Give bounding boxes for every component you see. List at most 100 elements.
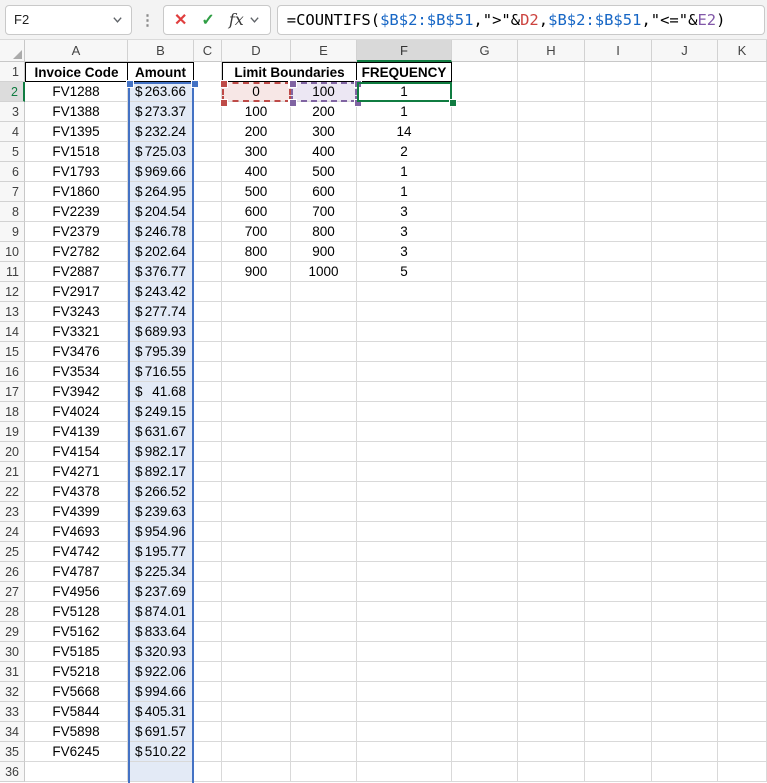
cell-B26[interactable]: $225.34 [128, 562, 194, 582]
cell-I13[interactable] [585, 302, 652, 322]
cell-D36[interactable] [222, 762, 291, 782]
cell-I27[interactable] [585, 582, 652, 602]
cell-G30[interactable] [452, 642, 518, 662]
cell-J2[interactable] [652, 82, 718, 102]
row-header-16[interactable]: 16 [0, 362, 25, 382]
cell-I31[interactable] [585, 662, 652, 682]
cell-G29[interactable] [452, 622, 518, 642]
cell-E36[interactable] [291, 762, 357, 782]
cell-C18[interactable] [194, 402, 222, 422]
cell-E3[interactable]: 200 [291, 102, 357, 122]
cell-A24[interactable]: FV4693 [25, 522, 128, 542]
row-header-29[interactable]: 29 [0, 622, 25, 642]
cell-E34[interactable] [291, 722, 357, 742]
cell-J28[interactable] [652, 602, 718, 622]
cell-A4[interactable]: FV1395 [25, 122, 128, 142]
row-header-27[interactable]: 27 [0, 582, 25, 602]
cell-E35[interactable] [291, 742, 357, 762]
cell-J8[interactable] [652, 202, 718, 222]
cell-G5[interactable] [452, 142, 518, 162]
cell-D7[interactable]: 500 [222, 182, 291, 202]
cell-F29[interactable] [357, 622, 452, 642]
cell-H12[interactable] [518, 282, 585, 302]
cell-H5[interactable] [518, 142, 585, 162]
cell-E31[interactable] [291, 662, 357, 682]
cell-B31[interactable]: $922.06 [128, 662, 194, 682]
cell-J29[interactable] [652, 622, 718, 642]
cell-I24[interactable] [585, 522, 652, 542]
cell-G23[interactable] [452, 502, 518, 522]
row-header-14[interactable]: 14 [0, 322, 25, 342]
cell-G11[interactable] [452, 262, 518, 282]
cell-K18[interactable] [718, 402, 767, 422]
row-header-1[interactable]: 1 [0, 62, 25, 82]
cell-C6[interactable] [194, 162, 222, 182]
row-header-15[interactable]: 15 [0, 342, 25, 362]
column-header-i[interactable]: I [585, 40, 652, 62]
cell-C28[interactable] [194, 602, 222, 622]
cell-I8[interactable] [585, 202, 652, 222]
cell-F25[interactable] [357, 542, 452, 562]
cell-K7[interactable] [718, 182, 767, 202]
cell-A34[interactable]: FV5898 [25, 722, 128, 742]
cell-C5[interactable] [194, 142, 222, 162]
cell-B14[interactable]: $689.93 [128, 322, 194, 342]
row-header-21[interactable]: 21 [0, 462, 25, 482]
cell-A7[interactable]: FV1860 [25, 182, 128, 202]
cell-I20[interactable] [585, 442, 652, 462]
row-header-7[interactable]: 7 [0, 182, 25, 202]
cell-E23[interactable] [291, 502, 357, 522]
cell-C25[interactable] [194, 542, 222, 562]
select-all-button[interactable] [0, 40, 25, 62]
cell-I15[interactable] [585, 342, 652, 362]
cell-I33[interactable] [585, 702, 652, 722]
cell-K19[interactable] [718, 422, 767, 442]
frequency-header[interactable]: FREQUENCY [357, 62, 452, 82]
cell-F6[interactable]: 1 [357, 162, 452, 182]
cell-A27[interactable]: FV4956 [25, 582, 128, 602]
cell-D22[interactable] [222, 482, 291, 502]
cell-G14[interactable] [452, 322, 518, 342]
cell-D20[interactable] [222, 442, 291, 462]
cell-G3[interactable] [452, 102, 518, 122]
cell-E21[interactable] [291, 462, 357, 482]
cell-E11[interactable]: 1000 [291, 262, 357, 282]
row-header-3[interactable]: 3 [0, 102, 25, 122]
cell-J12[interactable] [652, 282, 718, 302]
cell-F15[interactable] [357, 342, 452, 362]
cell-I7[interactable] [585, 182, 652, 202]
cell-H25[interactable] [518, 542, 585, 562]
cell-K20[interactable] [718, 442, 767, 462]
cell-B17[interactable]: $41.68 [128, 382, 194, 402]
cell-G35[interactable] [452, 742, 518, 762]
cell-A25[interactable]: FV4742 [25, 542, 128, 562]
cell-K12[interactable] [718, 282, 767, 302]
cell-J35[interactable] [652, 742, 718, 762]
cell-F4[interactable]: 14 [357, 122, 452, 142]
cell-B7[interactable]: $264.95 [128, 182, 194, 202]
cell-H18[interactable] [518, 402, 585, 422]
cell-I10[interactable] [585, 242, 652, 262]
insert-function-button[interactable]: fx [229, 10, 260, 29]
cell-C35[interactable] [194, 742, 222, 762]
formula-input[interactable]: =COUNTIFS($B$2:$B$51 ,">"& D2, $B$2:$B$51 ,"… [276, 4, 765, 35]
cell-J3[interactable] [652, 102, 718, 122]
cell-G34[interactable] [452, 722, 518, 742]
cell-F24[interactable] [357, 522, 452, 542]
cell-I36[interactable] [585, 762, 652, 782]
cell-B9[interactable]: $246.78 [128, 222, 194, 242]
row-header-34[interactable]: 34 [0, 722, 25, 742]
cell-F21[interactable] [357, 462, 452, 482]
cell-E28[interactable] [291, 602, 357, 622]
cell-H29[interactable] [518, 622, 585, 642]
column-header-e[interactable]: E [291, 40, 357, 62]
cell-G33[interactable] [452, 702, 518, 722]
cell-D6[interactable]: 400 [222, 162, 291, 182]
cell-G1[interactable] [452, 62, 518, 82]
cell-B20[interactable]: $982.17 [128, 442, 194, 462]
cell-B13[interactable]: $277.74 [128, 302, 194, 322]
cell-G17[interactable] [452, 382, 518, 402]
cell-K8[interactable] [718, 202, 767, 222]
cell-G7[interactable] [452, 182, 518, 202]
cell-K32[interactable] [718, 682, 767, 702]
